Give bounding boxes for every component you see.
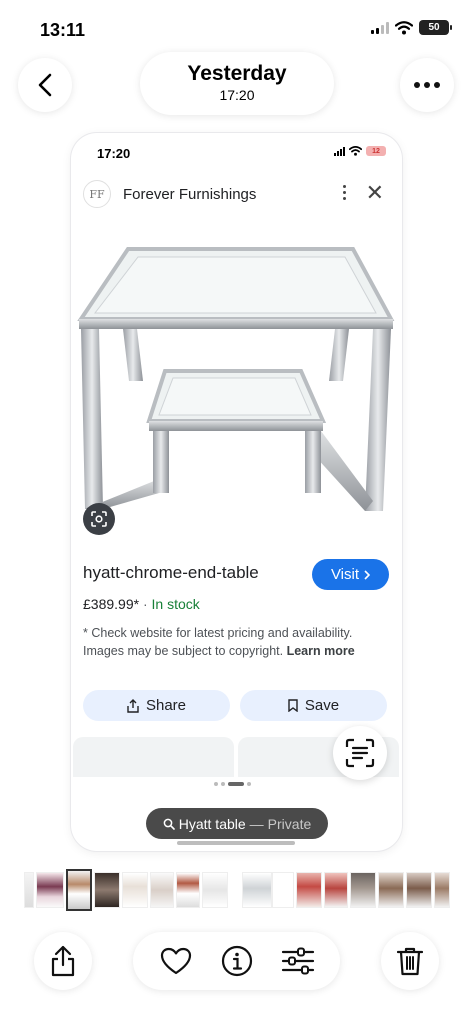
- trash-icon: [397, 947, 423, 976]
- thumbnail[interactable]: [122, 872, 148, 908]
- thumbnail[interactable]: [350, 872, 376, 908]
- toolbar-group: [133, 932, 340, 990]
- signal-icon: [371, 21, 389, 34]
- share-small-icon: [127, 698, 139, 713]
- thumbnail[interactable]: [176, 872, 200, 908]
- inner-signal-icon: [334, 146, 345, 156]
- inner-wifi-icon: [349, 146, 362, 156]
- price: £389.99*: [83, 596, 140, 612]
- source-favicon: FF: [83, 180, 111, 208]
- vertical-ellipsis-icon[interactable]: [343, 185, 346, 200]
- bottom-toolbar: [0, 930, 473, 994]
- status-icons: 50: [371, 20, 452, 35]
- price-row: £389.99* · In stock: [83, 596, 200, 612]
- text-scan-icon: [345, 738, 375, 768]
- search-icon: [163, 818, 175, 830]
- back-button[interactable]: [18, 58, 72, 112]
- search-chip[interactable]: Hyatt table — Private: [146, 808, 328, 839]
- thumbnail[interactable]: [378, 872, 404, 908]
- product-title: hyatt-chrome-end-table: [83, 563, 259, 582]
- share-icon: [51, 945, 75, 977]
- inner-status-bar: 17:20 12: [71, 133, 402, 173]
- thumbnail-strip[interactable]: [24, 869, 450, 911]
- thumbnail[interactable]: [94, 872, 120, 908]
- status-time: 13:11: [40, 20, 86, 40]
- sliders-icon: [281, 947, 314, 975]
- date-header: Yesterday 17:20: [140, 52, 334, 115]
- text-scan-button[interactable]: [333, 726, 387, 780]
- favorite-button[interactable]: [156, 941, 196, 981]
- price-separator: ·: [142, 596, 148, 612]
- visit-label: Visit: [330, 566, 360, 583]
- home-indicator: [177, 841, 295, 845]
- pagination-dots: [214, 782, 251, 786]
- lens-button[interactable]: [83, 503, 115, 535]
- learn-more-link[interactable]: Learn more: [287, 644, 355, 658]
- related-card[interactable]: [73, 737, 234, 777]
- save-button[interactable]: Save: [240, 690, 387, 721]
- thumbnail[interactable]: [36, 872, 64, 908]
- thumbnail[interactable]: [202, 872, 228, 908]
- date-subtitle: 17:20: [219, 87, 255, 103]
- info-icon: [221, 945, 252, 977]
- heart-icon: [160, 947, 191, 975]
- source-row: FF Forever Furnishings ✕: [83, 179, 390, 209]
- thumbnail[interactable]: [434, 872, 450, 908]
- share-button-bottom[interactable]: [34, 932, 92, 990]
- stock-status: In stock: [151, 596, 200, 612]
- chevron-left-icon: [38, 73, 52, 97]
- save-label: Save: [304, 697, 340, 714]
- screenshot-preview[interactable]: 17:20 12 FF Forever Furnishings ✕ hyatt-…: [71, 133, 402, 851]
- adjust-button[interactable]: [278, 941, 318, 981]
- inner-battery-icon: 12: [366, 146, 386, 156]
- product-image: [77, 247, 395, 511]
- inner-status-time: 17:20: [97, 146, 131, 161]
- lens-icon: [91, 511, 107, 527]
- status-bar: 13:11 50: [0, 0, 473, 56]
- thumbnail-selected[interactable]: [66, 869, 92, 911]
- thumbnail[interactable]: [150, 872, 174, 908]
- thumbnail[interactable]: [272, 872, 294, 908]
- thumbnail[interactable]: [24, 872, 34, 908]
- wifi-icon: [395, 20, 413, 34]
- thumbnail[interactable]: [324, 872, 348, 908]
- share-label: Share: [145, 697, 187, 714]
- delete-button[interactable]: [381, 932, 439, 990]
- search-dash: —: [249, 815, 264, 832]
- ellipsis-icon: [414, 82, 440, 88]
- more-button[interactable]: [400, 58, 454, 112]
- date-title: Yesterday: [187, 62, 287, 85]
- disclaimer: * Check website for latest pricing and a…: [83, 624, 383, 660]
- close-icon[interactable]: ✕: [366, 181, 384, 205]
- chevron-right-icon: [364, 569, 371, 580]
- bookmark-icon: [288, 699, 298, 712]
- info-button[interactable]: [217, 941, 257, 981]
- visit-button[interactable]: Visit: [312, 559, 389, 590]
- source-name: Forever Furnishings: [123, 185, 257, 203]
- search-privacy: Private: [267, 815, 312, 832]
- inner-status-icons: 12: [334, 146, 386, 156]
- battery-icon: 50: [419, 20, 452, 35]
- thumbnail[interactable]: [406, 872, 432, 908]
- thumbnail[interactable]: [242, 872, 272, 908]
- share-button[interactable]: Share: [83, 690, 230, 721]
- search-query: Hyatt table: [178, 815, 246, 832]
- thumbnail[interactable]: [296, 872, 322, 908]
